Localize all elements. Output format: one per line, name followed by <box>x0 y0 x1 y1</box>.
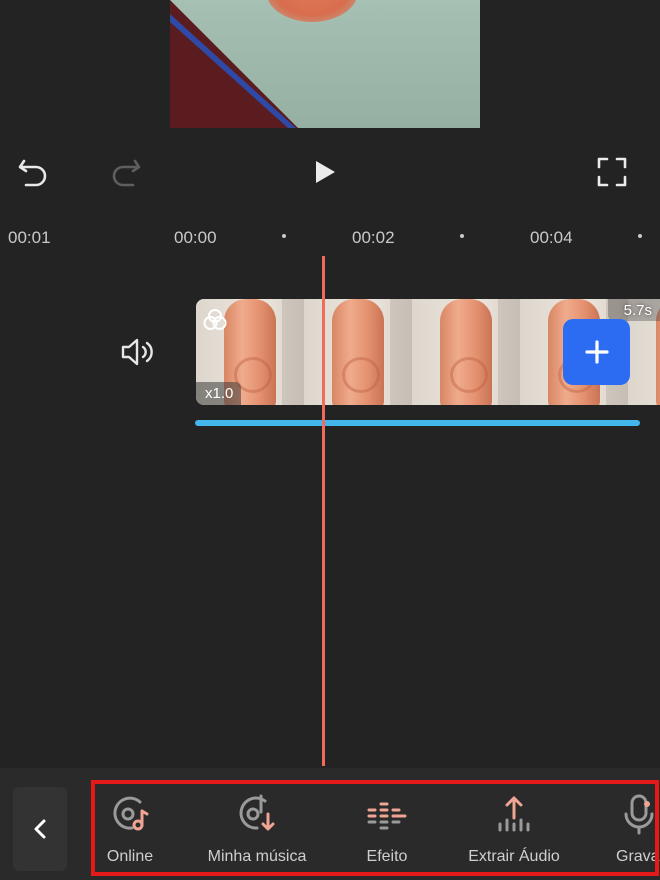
plus-icon <box>584 340 609 364</box>
audio-track-line[interactable] <box>195 420 640 426</box>
timeline-tick-dot <box>282 234 286 238</box>
filter-icon[interactable] <box>202 307 228 333</box>
clip-speed-badge: x1.0 <box>196 382 242 405</box>
fullscreen-button[interactable] <box>592 152 632 192</box>
timeline-tick-label: 00:02 <box>352 228 395 247</box>
chevron-left-icon <box>34 819 46 839</box>
back-button[interactable] <box>13 787 67 871</box>
fullscreen-icon <box>597 157 627 187</box>
preview-dark-corner <box>170 0 298 128</box>
timeline-tick-label: 00:01 <box>8 228 51 247</box>
clip-thumbnail <box>304 299 412 405</box>
timeline-tick-label: 00:04 <box>530 228 573 247</box>
playhead[interactable] <box>322 256 325 766</box>
redo-button[interactable] <box>106 152 146 192</box>
timeline-tick-label: 00:00 <box>174 228 217 247</box>
play-icon <box>316 161 335 183</box>
speaker-icon <box>121 338 153 366</box>
audio-tools-highlight <box>91 780 659 876</box>
undo-icon <box>18 159 47 187</box>
play-button[interactable] <box>305 152 345 192</box>
timeline-tick-dot <box>460 234 464 238</box>
video-editor-screen: 00:01 00:00 00:02 00:04 5.7s x1.0 Online… <box>0 0 660 880</box>
redo-icon <box>112 159 141 187</box>
clip-duration: 5.7s <box>623 302 652 319</box>
clip-thumbnail <box>412 299 520 405</box>
clip-audio-toggle[interactable] <box>118 332 158 372</box>
timeline-tick-dot <box>638 234 642 238</box>
add-clip-button[interactable] <box>563 319 630 385</box>
video-preview[interactable] <box>170 0 480 128</box>
undo-button[interactable] <box>13 152 53 192</box>
